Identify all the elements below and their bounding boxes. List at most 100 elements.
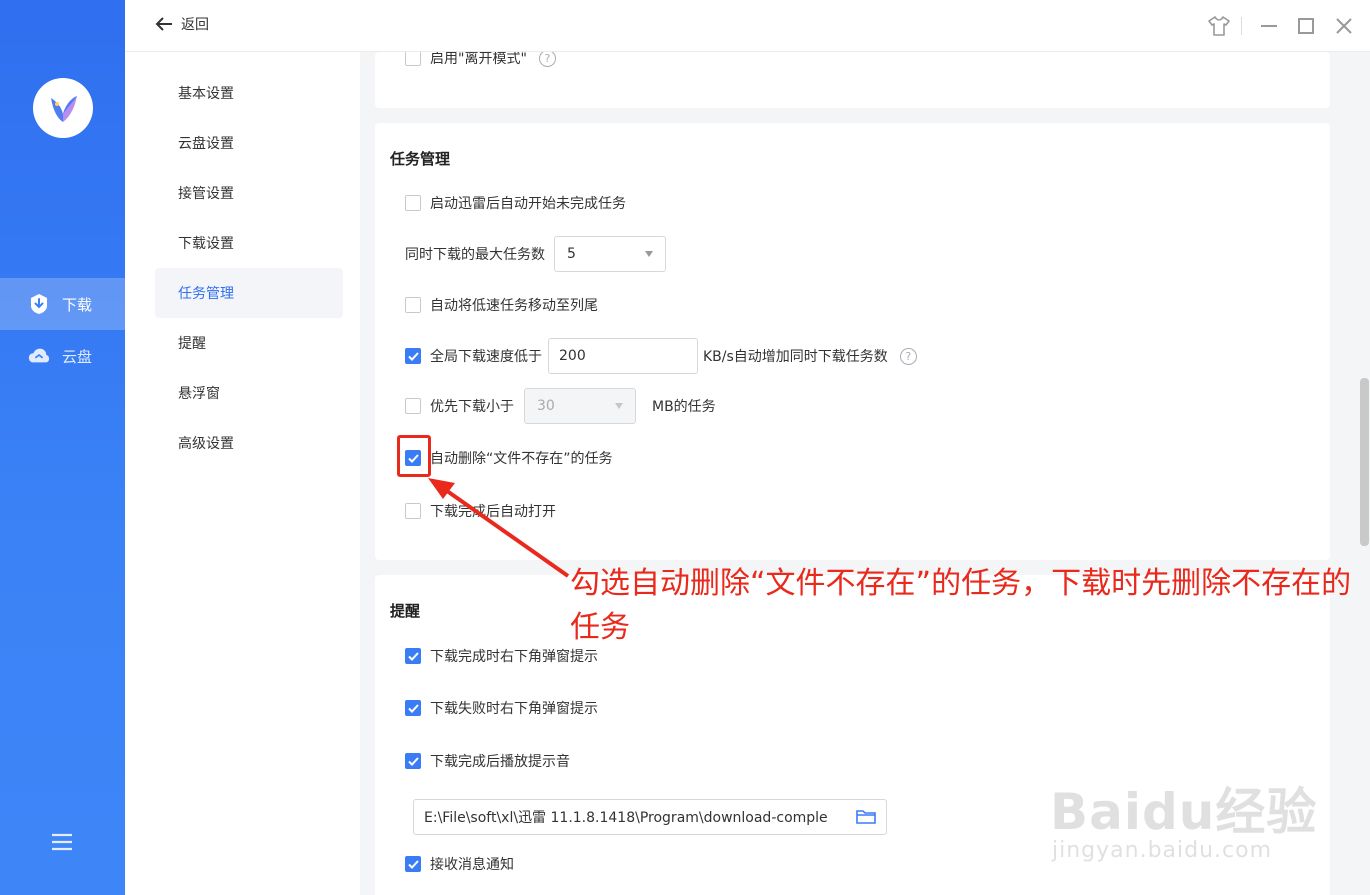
- sound-path-input[interactable]: E:\File\soft\xl\迅雷 11.1.8.1418\Program\d…: [413, 799, 887, 835]
- help-icon[interactable]: ?: [899, 347, 917, 365]
- move-slow-row: 自动将低速任务移动至列尾: [405, 295, 598, 315]
- check-icon: [407, 703, 419, 713]
- sound-path-value: E:\File\soft\xl\迅雷 11.1.8.1418\Program\d…: [424, 810, 828, 826]
- check-icon: [407, 756, 419, 766]
- tshirt-icon: [1208, 16, 1230, 36]
- auto-delete-row: 自动删除“文件不存在”的任务: [405, 448, 613, 468]
- message-label: 接收消息通知: [430, 857, 514, 873]
- fail-popup-label: 下载失败时右下角弹窗提示: [430, 701, 598, 717]
- cloud-icon: [28, 345, 50, 367]
- annotation-text: 勾选自动删除“文件不存在”的任务，下载时先删除不存在的任务: [570, 566, 1352, 645]
- nav-item-cloud[interactable]: 云盘设置: [155, 118, 343, 168]
- nav-item-floating-window[interactable]: 悬浮窗: [155, 368, 343, 418]
- check-icon: [407, 651, 419, 661]
- watermark-sub: jingyan.baidu.com: [1052, 838, 1273, 863]
- fail-popup-row: 下载失败时右下角弹窗提示: [405, 698, 598, 718]
- fail-popup-checkbox[interactable]: [405, 700, 421, 716]
- speed-threshold-row: 全局下载速度低于 200 KB/s自动增加同时下载任务数 ?: [405, 338, 917, 374]
- header-divider: [1241, 17, 1242, 35]
- auto-start-checkbox[interactable]: [405, 195, 421, 211]
- arrow-left-icon: [155, 17, 172, 31]
- hummingbird-logo-icon: [51, 96, 77, 122]
- close-icon: [1336, 18, 1352, 34]
- auto-open-row: 下载完成后自动打开: [405, 501, 556, 521]
- nav-item-label: 接管设置: [178, 186, 234, 202]
- nav-item-takeover[interactable]: 接管设置: [155, 168, 343, 218]
- auto-open-label: 下载完成后自动打开: [430, 504, 556, 520]
- nav-item-label: 悬浮窗: [178, 386, 220, 402]
- sound-row: 下载完成后播放提示音: [405, 751, 570, 771]
- speed-threshold-label: 全局下载速度低于: [430, 349, 542, 365]
- skin-button[interactable]: [1207, 14, 1231, 38]
- maximize-button[interactable]: [1294, 14, 1318, 38]
- nav-item-basic[interactable]: 基本设置: [155, 68, 343, 118]
- sound-checkbox[interactable]: [405, 753, 421, 769]
- max-tasks-row: 同时下载的最大任务数 5: [405, 236, 666, 272]
- max-tasks-select[interactable]: 5: [554, 236, 666, 272]
- prefer-small-checkbox[interactable]: [405, 398, 421, 414]
- caret-down-icon: [615, 403, 623, 409]
- leave-mode-row: 启用"离开模式" ?: [405, 52, 556, 68]
- rail-item-cloud[interactable]: 云盘: [0, 330, 125, 382]
- nav-item-label: 高级设置: [178, 436, 234, 452]
- speed-threshold-checkbox[interactable]: [405, 348, 421, 364]
- nav-item-reminder[interactable]: 提醒: [155, 318, 343, 368]
- minimize-button[interactable]: [1257, 14, 1281, 38]
- left-rail: 下载 云盘: [0, 0, 125, 895]
- section-title-reminder: 提醒: [390, 602, 421, 620]
- rail-item-download[interactable]: 下载: [0, 278, 125, 330]
- prefer-small-suffix: MB的任务: [652, 399, 716, 415]
- back-label: 返回: [181, 17, 209, 33]
- sound-label: 下载完成后播放提示音: [430, 754, 570, 770]
- nav-item-label: 云盘设置: [178, 136, 234, 152]
- prefer-small-label: 优先下载小于: [430, 399, 514, 415]
- check-icon: [407, 351, 419, 361]
- auto-open-checkbox[interactable]: [405, 503, 421, 519]
- download-shield-icon: [28, 293, 50, 315]
- auto-start-row: 启动迅雷后自动开始未完成任务: [405, 193, 626, 213]
- header-bar: 返回: [125, 0, 1370, 52]
- folder-icon[interactable]: [856, 809, 876, 825]
- maximize-icon: [1298, 18, 1314, 34]
- nav-item-label: 下载设置: [178, 236, 234, 252]
- move-slow-checkbox[interactable]: [405, 297, 421, 313]
- complete-popup-checkbox[interactable]: [405, 648, 421, 664]
- max-tasks-value: 5: [567, 246, 576, 262]
- prefer-small-value: 30: [537, 398, 555, 414]
- leave-mode-label: 启用"离开模式": [430, 52, 527, 67]
- max-tasks-label: 同时下载的最大任务数: [405, 247, 545, 263]
- help-icon[interactable]: ?: [538, 52, 556, 67]
- nav-item-advanced[interactable]: 高级设置: [155, 418, 343, 468]
- scrollbar-thumb[interactable]: [1360, 378, 1369, 546]
- baidu-watermark: Baidu经验 jingyan.baidu.com: [1050, 760, 1350, 890]
- message-row: 接收消息通知: [405, 854, 514, 874]
- check-icon: [407, 859, 419, 869]
- rail-item-label: 下载: [62, 295, 93, 314]
- speed-threshold-suffix: KB/s自动增加同时下载任务数: [703, 349, 888, 365]
- speed-threshold-input[interactable]: 200: [548, 338, 698, 374]
- minimize-icon: [1261, 25, 1277, 27]
- watermark-main: Baidu经验: [1050, 783, 1318, 841]
- auto-delete-label: 自动删除“文件不存在”的任务: [430, 451, 613, 467]
- nav-item-label: 任务管理: [178, 286, 234, 302]
- auto-start-label: 启动迅雷后自动开始未完成任务: [430, 196, 626, 212]
- nav-item-download[interactable]: 下载设置: [155, 218, 343, 268]
- back-button[interactable]: 返回: [155, 14, 209, 34]
- hamburger-menu-icon[interactable]: [50, 830, 74, 854]
- card-basic-tail: 启用"离开模式" ?: [375, 52, 1330, 108]
- close-button[interactable]: [1332, 14, 1356, 38]
- card-task-management: 任务管理 启动迅雷后自动开始未完成任务 同时下载的最大任务数 5 自动将低速任务…: [375, 123, 1330, 560]
- leave-mode-checkbox[interactable]: [405, 52, 421, 66]
- message-checkbox[interactable]: [405, 856, 421, 872]
- app-logo: [33, 78, 93, 138]
- caret-down-icon: [645, 251, 653, 257]
- section-title-task-management: 任务管理: [390, 150, 451, 168]
- annotation-highlight-box: [397, 435, 431, 477]
- prefer-small-select[interactable]: 30: [524, 388, 636, 424]
- nav-item-task-management[interactable]: 任务管理: [155, 268, 343, 318]
- move-slow-label: 自动将低速任务移动至列尾: [430, 298, 598, 314]
- nav-item-label: 基本设置: [178, 86, 234, 102]
- rail-item-label: 云盘: [62, 347, 93, 366]
- settings-nav: 基本设置 云盘设置 接管设置 下载设置 任务管理 提醒 悬浮窗 高级设置: [125, 52, 360, 895]
- content-scrollbar[interactable]: [1359, 52, 1370, 895]
